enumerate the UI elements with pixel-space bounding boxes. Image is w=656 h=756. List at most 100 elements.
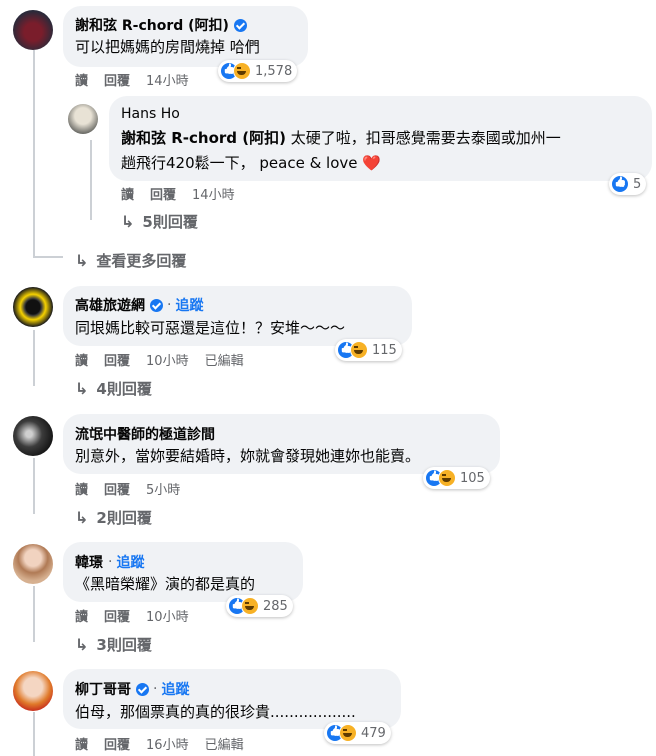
separator-dot: · — [108, 554, 113, 570]
follow-button[interactable]: 追蹤 — [161, 679, 189, 699]
view-replies-link[interactable]: ↳ 2則回覆 — [75, 507, 152, 528]
comment-text-line2: 趟飛行420鬆一下， peace & love ❤️ — [121, 152, 381, 173]
reaction-summary[interactable]: 5 — [609, 173, 647, 195]
separator-dot: · — [167, 297, 172, 313]
verified-badge-icon — [136, 682, 149, 696]
mention-link[interactable]: 謝和弦 R-chord (阿扣) — [121, 129, 286, 147]
reaction-summary[interactable]: 105 — [423, 467, 490, 489]
thread-line — [33, 586, 35, 642]
reply-arrow-icon: ↳ — [121, 212, 135, 231]
read-button[interactable]: 讀 — [121, 184, 134, 203]
comment-text: 伯母，那個票真的真的很珍貴.................. — [75, 703, 356, 721]
edited-label: 已編輯 — [204, 354, 244, 369]
avatar[interactable] — [13, 287, 53, 327]
timestamp[interactable]: 14小時 — [192, 184, 235, 203]
view-replies-label: 5則回覆 — [142, 213, 198, 231]
comment-text: 別意外，當妳要結婚時，妳就會發現她連妳也能賣。 — [75, 447, 421, 465]
comment-actions: 讀 回覆 10小時 — [75, 606, 189, 625]
reply-button[interactable]: 回覆 — [104, 350, 130, 369]
comment-author[interactable]: 謝和弦 R-chord (阿扣) — [75, 15, 251, 35]
reply-arrow-icon: ↳ — [75, 508, 89, 527]
view-replies-link[interactable]: ↳ 3則回覆 — [75, 634, 152, 655]
view-more-replies-link[interactable]: ↳ 查看更多回覆 — [75, 250, 186, 271]
haha-reaction-icon — [438, 469, 456, 487]
comment-actions: 讀 回覆 14小時 — [121, 184, 235, 203]
timestamp[interactable]: 5小時 — [146, 479, 180, 498]
reply-button[interactable]: 回覆 — [104, 734, 130, 753]
comment-text: 《黑暗榮耀》演的都是真的 — [75, 575, 256, 593]
comment-author[interactable]: 高雄旅遊網 · 追蹤 — [75, 295, 203, 315]
reply-button[interactable]: 回覆 — [150, 184, 176, 203]
comment-author[interactable]: Hans Ho — [121, 106, 185, 122]
reaction-summary[interactable]: 1,578 — [218, 60, 298, 82]
read-button[interactable]: 讀 — [75, 606, 88, 625]
timestamp[interactable]: 10小時 — [146, 606, 189, 625]
avatar[interactable] — [13, 544, 53, 584]
reaction-count: 479 — [361, 725, 386, 741]
thread-line — [33, 330, 35, 386]
reaction-summary[interactable]: 479 — [324, 722, 391, 744]
comment-actions: 讀 回覆 10小時 已編輯 — [75, 350, 244, 369]
view-replies-link[interactable]: ↳ 4則回覆 — [75, 378, 152, 399]
author-name[interactable]: 流氓中醫師的極道診間 — [75, 424, 215, 444]
timestamp[interactable]: 10小時 — [146, 350, 189, 369]
author-name[interactable]: 韓璟 — [75, 552, 103, 572]
reply-button[interactable]: 回覆 — [104, 70, 130, 89]
avatar[interactable] — [68, 104, 98, 134]
thread-line — [90, 140, 92, 220]
author-name[interactable]: 謝和弦 R-chord (阿扣) — [75, 15, 229, 35]
avatar[interactable] — [13, 10, 53, 50]
view-replies-label: 3則回覆 — [96, 636, 152, 654]
read-button[interactable]: 讀 — [75, 70, 88, 89]
reply-arrow-icon: ↳ — [75, 379, 89, 398]
haha-reaction-icon — [339, 724, 357, 742]
read-button[interactable]: 讀 — [75, 350, 88, 369]
comment-text: 謝和弦 R-chord (阿扣) 太硬了啦，扣哥感覺需要去泰國或加州一 — [121, 127, 561, 148]
read-button[interactable]: 讀 — [75, 479, 88, 498]
thread-line — [33, 50, 35, 258]
thread-line — [33, 712, 35, 756]
comment-actions: 讀 回覆 5小時 — [75, 479, 180, 498]
timestamp[interactable]: 16小時 — [146, 734, 189, 753]
heart-emoji-icon: ❤️ — [362, 154, 381, 172]
verified-badge-icon — [233, 18, 247, 32]
haha-reaction-icon — [350, 341, 368, 359]
reaction-count: 1,578 — [255, 63, 293, 79]
comment-text: 同垠媽比較可惡還是這位！？安堆～～～ — [75, 319, 346, 337]
haha-reaction-icon — [233, 62, 251, 80]
verified-badge-icon — [150, 298, 163, 312]
follow-button[interactable]: 追蹤 — [175, 295, 203, 315]
view-more-label: 查看更多回覆 — [96, 252, 187, 270]
author-name[interactable]: Hans Ho — [121, 106, 180, 122]
comment-author[interactable]: 柳丁哥哥 · 追蹤 — [75, 679, 189, 699]
timestamp[interactable]: 14小時 — [146, 70, 189, 89]
reaction-count: 285 — [263, 598, 288, 614]
reaction-count: 115 — [372, 342, 397, 358]
haha-reaction-icon — [241, 597, 259, 615]
avatar[interactable] — [13, 416, 53, 456]
view-replies-label: 2則回覆 — [96, 509, 152, 527]
reaction-summary[interactable]: 115 — [335, 339, 402, 361]
reply-button[interactable]: 回覆 — [104, 479, 130, 498]
comment-author[interactable]: 流氓中醫師的極道診間 — [75, 424, 220, 444]
comment-actions: 讀 回覆 14小時 — [75, 70, 189, 89]
reply-arrow-icon: ↳ — [75, 635, 89, 654]
read-button[interactable]: 讀 — [75, 734, 88, 753]
avatar[interactable] — [13, 671, 53, 711]
comment-author[interactable]: 韓璟 · 追蹤 — [75, 552, 144, 572]
comment-text-part: 太硬了啦，扣哥感覺需要去泰國或加州一 — [285, 129, 561, 147]
author-name[interactable]: 高雄旅遊網 — [75, 295, 145, 315]
reply-button[interactable]: 回覆 — [104, 606, 130, 625]
edited-label: 已編輯 — [204, 738, 244, 753]
thread-branch — [33, 256, 63, 258]
author-name[interactable]: 柳丁哥哥 — [75, 679, 131, 699]
separator-dot: · — [153, 681, 158, 697]
reaction-summary[interactable]: 285 — [226, 595, 293, 617]
comment-actions: 讀 回覆 16小時 已編輯 — [75, 734, 244, 753]
view-replies-link[interactable]: ↳ 5則回覆 — [121, 211, 198, 232]
follow-button[interactable]: 追蹤 — [116, 552, 144, 572]
reaction-count: 5 — [633, 176, 642, 192]
reply-arrow-icon: ↳ — [75, 251, 89, 270]
thread-line — [33, 458, 35, 514]
reaction-count: 105 — [460, 470, 485, 486]
